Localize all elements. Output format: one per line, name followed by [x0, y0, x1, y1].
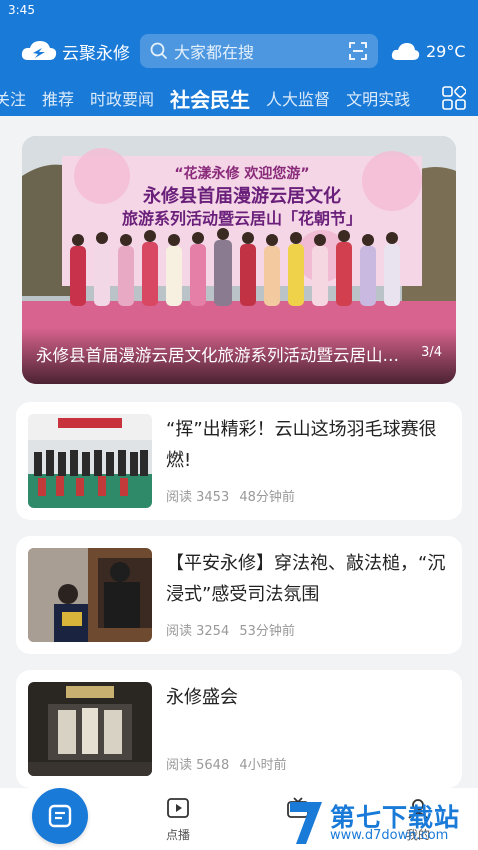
banner-caption: 永修县首届漫游云居文化旅游系列活动暨云居山「花朝节」 3/4: [22, 328, 456, 384]
news-item[interactable]: 【平安永修】穿法袍、敲法槌，“沉浸式”感受司法氛围 阅读 3254 53分钟前: [16, 536, 462, 654]
news-meta: 阅读 5648 4小时前: [166, 754, 287, 773]
nav-vod[interactable]: 点播: [148, 796, 208, 843]
read-count: 阅读 3254: [166, 624, 230, 639]
tab-civilization[interactable]: 文明实践: [338, 86, 418, 110]
channel-grid-icon[interactable]: [442, 86, 466, 110]
news-meta: 阅读 3453 48分钟前: [166, 486, 295, 505]
news-thumbnail: [28, 682, 152, 776]
home-button[interactable]: [32, 788, 88, 844]
nav-vod-label: 点播: [165, 828, 190, 842]
news-thumbnail: [28, 548, 152, 642]
publish-time: 48分钟前: [239, 490, 295, 505]
status-time: 3:45: [8, 3, 35, 17]
banner-page-indicator: 3/4: [421, 345, 442, 360]
stage-text-line1: “花漾永修 欢迎您游”: [174, 165, 309, 182]
news-feed[interactable]: “花漾永修 欢迎您游” 永修县首届漫游云居文化 旅游系列活动暨云居山「花朝节」: [0, 116, 478, 788]
status-bar: 3:45: [0, 0, 478, 22]
app-header: 云聚永修 大家都在搜 29°C: [0, 22, 478, 80]
cloud-logo-icon: [21, 41, 57, 60]
search-input[interactable]: 大家都在搜: [140, 34, 378, 68]
news-home-icon: [48, 804, 72, 828]
channel-tabs: 关注 推荐 时政要闻 社会民生 人大监督 文明实践: [0, 80, 478, 116]
news-item[interactable]: 永修盛会 阅读 5648 4小时前: [16, 670, 462, 788]
tab-politics[interactable]: 时政要闻: [82, 86, 162, 110]
site-watermark: 第七下载站 www.d7down.com: [286, 796, 478, 850]
app-name: 云聚永修: [62, 43, 130, 64]
tab-npc-supervision[interactable]: 人大监督: [258, 86, 338, 110]
search-placeholder: 大家都在搜: [174, 43, 255, 62]
news-title: 【平安永修】穿法袍、敲法槌，“沉浸式”感受司法氛围: [166, 553, 446, 605]
read-count: 阅读 3453: [166, 490, 230, 505]
stage-text-line2: 永修县首届漫游云居文化: [142, 185, 341, 207]
stage-text-line3: 旅游系列活动暨云居山「花朝节」: [122, 209, 362, 228]
news-meta: 阅读 3254 53分钟前: [166, 620, 295, 639]
featured-banner[interactable]: “花漾永修 欢迎您游” 永修县首届漫游云居文化 旅游系列活动暨云居山「花朝节」: [22, 136, 456, 384]
news-item[interactable]: “挥”出精彩！云山这场羽毛球赛很燃! 阅读 3453 48分钟前: [16, 402, 462, 520]
app-logo[interactable]: 云聚永修: [20, 38, 130, 64]
cloud-weather-icon: [391, 43, 420, 60]
news-title: 永修盛会: [166, 687, 238, 708]
publish-time: 53分钟前: [239, 624, 295, 639]
news-title: “挥”出精彩！云山这场羽毛球赛很燃!: [166, 419, 437, 471]
play-video-icon: [167, 798, 189, 818]
tab-society[interactable]: 社会民生: [162, 84, 258, 113]
tab-follow[interactable]: 关注: [0, 86, 34, 110]
publish-time: 4小时前: [239, 758, 287, 773]
tab-recommend[interactable]: 推荐: [34, 86, 82, 110]
weather-widget[interactable]: 29°C: [390, 40, 466, 62]
news-thumbnail: [28, 414, 152, 508]
scan-icon[interactable]: [348, 41, 368, 61]
search-icon: [150, 42, 168, 60]
temperature: 29°C: [426, 41, 466, 61]
watermark-logo-icon: [290, 802, 322, 844]
watermark-url: www.d7down.com: [330, 828, 449, 843]
read-count: 阅读 5648: [166, 758, 230, 773]
banner-title: 永修县首届漫游云居文化旅游系列活动暨云居山「花朝节」: [36, 346, 408, 365]
